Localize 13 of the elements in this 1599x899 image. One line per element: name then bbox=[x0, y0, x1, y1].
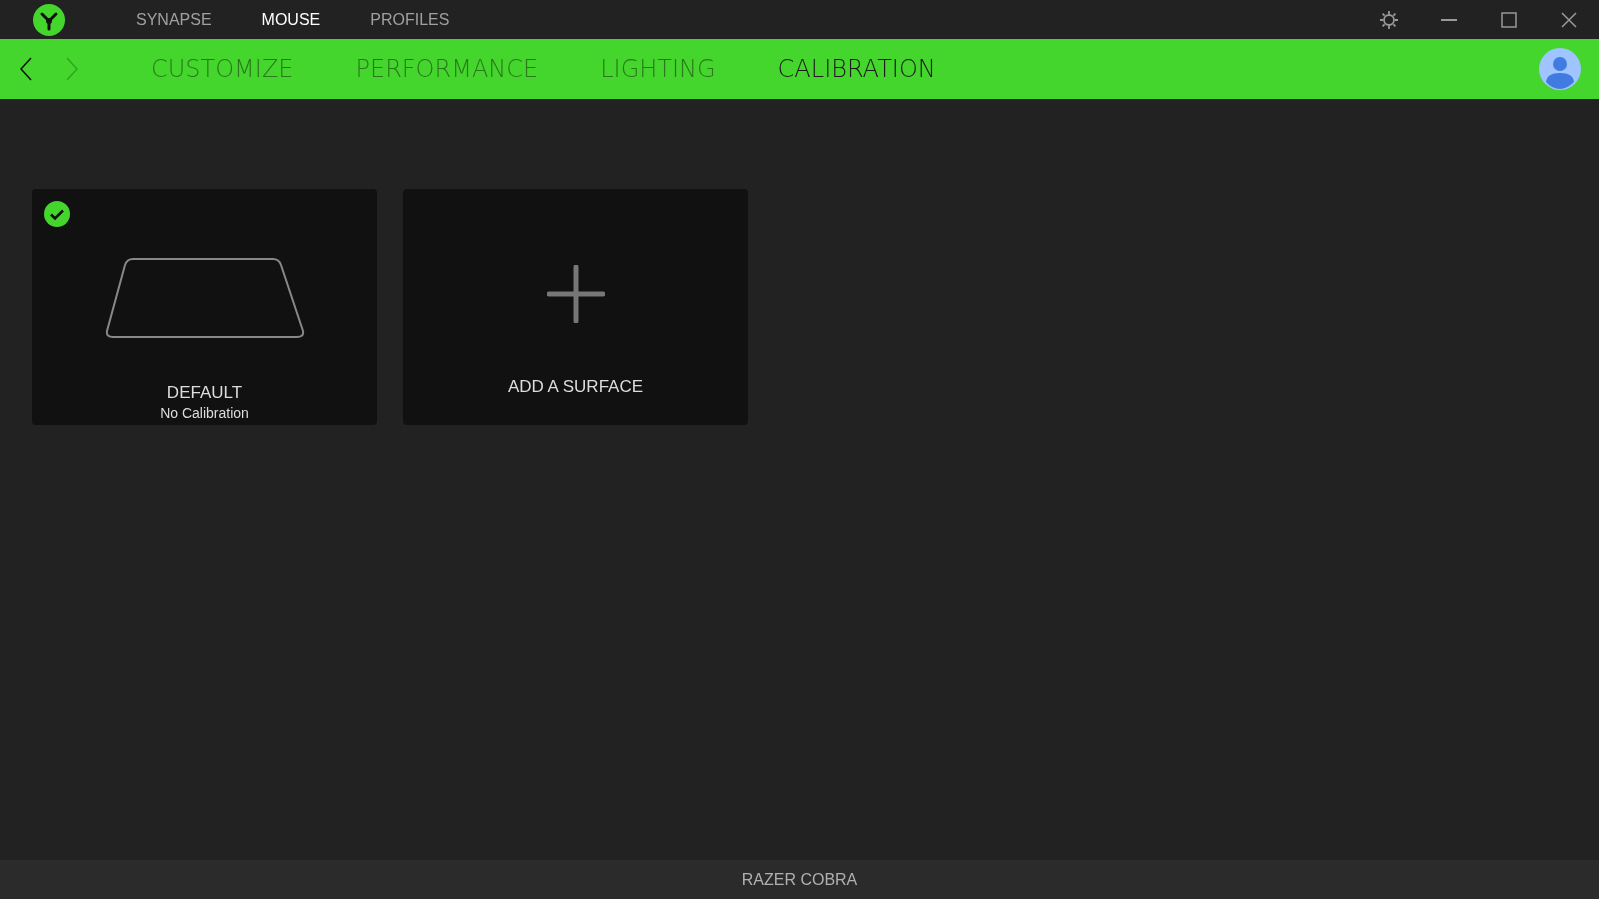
add-surface-card[interactable]: ADD A SURFACE bbox=[403, 189, 748, 425]
top-tab[interactable]: MOUSE bbox=[261, 10, 321, 29]
device-name: RAZER COBRA bbox=[741, 870, 858, 889]
section-tab[interactable]: CALIBRATION bbox=[777, 55, 936, 83]
avatar-icon[interactable] bbox=[1539, 48, 1581, 90]
surface-title: DEFAULT bbox=[166, 383, 243, 403]
surface-title: ADD A SURFACE bbox=[507, 377, 644, 397]
top-tab[interactable]: SYNAPSE bbox=[136, 10, 212, 29]
logo-icon[interactable] bbox=[33, 3, 65, 36]
top-tab[interactable]: PROFILES bbox=[370, 10, 450, 29]
surface-card[interactable]: DEFAULT No Calibration bbox=[32, 189, 377, 425]
plus-icon bbox=[546, 265, 605, 323]
surface-status: No Calibration bbox=[160, 405, 249, 421]
